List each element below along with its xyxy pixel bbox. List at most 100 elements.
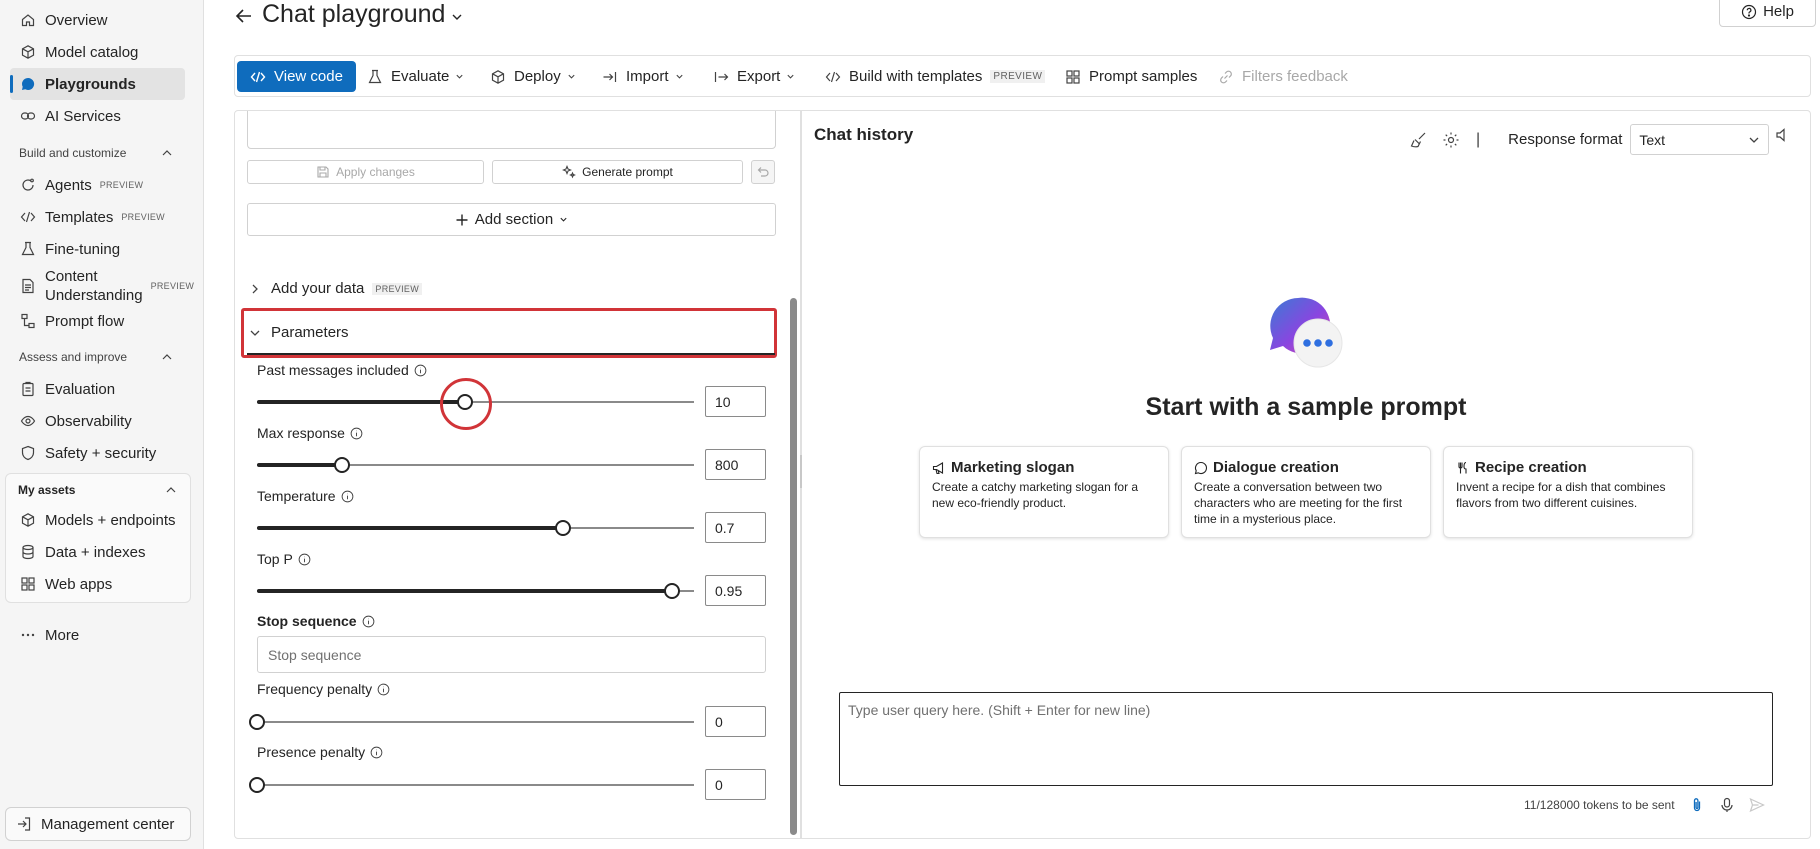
add-your-data-label: Add your data — [271, 280, 365, 297]
build-with-templates-button[interactable]: Build with templates PREVIEW — [825, 61, 1046, 92]
system-message-textarea[interactable] — [247, 111, 776, 149]
info-icon[interactable] — [362, 615, 375, 628]
link-icon — [20, 108, 36, 124]
nav-item-content-understanding[interactable]: Content Understanding PREVIEW — [10, 266, 194, 306]
add-your-data-header[interactable]: Add your data PREVIEW — [249, 280, 423, 297]
filters-feedback-button[interactable]: Filters feedback — [1218, 61, 1348, 92]
nav-item-safety-security[interactable]: Safety + security — [10, 437, 185, 469]
preview-badge: PREVIEW — [372, 282, 423, 295]
nav-item-models-endpoints[interactable]: Models + endpoints — [10, 504, 185, 536]
top-p-slider[interactable] — [257, 583, 694, 599]
page-title-text: Chat playground — [262, 0, 446, 28]
section-header-build[interactable]: Build and customize — [19, 146, 174, 160]
add-section-button[interactable]: Add section — [247, 203, 776, 236]
nav-item-templates[interactable]: Templates PREVIEW — [10, 201, 185, 233]
top-p-input[interactable]: 0.95 — [705, 575, 766, 606]
max-response-input[interactable]: 800 — [705, 449, 766, 480]
paperclip-icon[interactable] — [1689, 797, 1705, 813]
nav-label: Evaluation — [45, 380, 116, 398]
user-query-input[interactable]: Type user query here. (Shift + Enter for… — [839, 692, 1773, 786]
nav-item-observability[interactable]: Observability — [10, 405, 185, 437]
eye-icon — [20, 413, 36, 429]
max-response-slider[interactable] — [257, 457, 694, 473]
nav-item-more[interactable]: More — [10, 619, 185, 651]
slider-thumb[interactable] — [334, 457, 351, 473]
nav-item-playgrounds[interactable]: Playgrounds — [10, 68, 185, 100]
info-icon[interactable] — [298, 553, 311, 566]
info-icon[interactable] — [414, 364, 427, 377]
speaker-icon[interactable] — [1775, 127, 1791, 143]
nav-item-evaluation[interactable]: Evaluation — [10, 373, 185, 405]
parameters-header[interactable]: Parameters — [249, 324, 349, 341]
help-button[interactable]: Help — [1719, 0, 1816, 27]
nav-item-web-apps[interactable]: Web apps — [10, 568, 185, 600]
sample-card-recipe-creation[interactable]: Recipe creation Invent a recipe for a di… — [1443, 446, 1693, 538]
nav-item-ai-services[interactable]: AI Services — [10, 100, 185, 132]
microphone-icon[interactable] — [1719, 797, 1735, 813]
nav-label: AI Services — [45, 107, 121, 125]
presence-penalty-input[interactable]: 0 — [705, 769, 766, 800]
frequency-penalty-slider[interactable] — [249, 714, 694, 730]
chevron-down-icon — [568, 74, 575, 79]
sample-card-desc: Invent a recipe for a dish that combines… — [1456, 480, 1666, 510]
slider-thumb[interactable] — [554, 520, 571, 536]
nav-item-overview[interactable]: Overview — [10, 4, 185, 36]
nav-label: Safety + security — [45, 444, 157, 462]
flask-icon — [20, 241, 36, 257]
back-arrow-icon[interactable] — [233, 5, 255, 27]
apply-changes-button[interactable]: Apply changes — [247, 160, 484, 184]
utensils-icon — [1458, 461, 1467, 473]
nav-item-fine-tuning[interactable]: Fine-tuning — [10, 233, 185, 265]
generate-prompt-button[interactable]: Generate prompt — [492, 160, 743, 184]
management-center-button[interactable]: Management center — [5, 807, 191, 841]
nav-item-data-indexes[interactable]: Data + indexes — [10, 536, 185, 568]
sample-card-dialogue-creation[interactable]: Dialogue creation Create a conversation … — [1181, 446, 1431, 538]
response-format-select[interactable]: Text — [1630, 124, 1770, 155]
section-header-assess[interactable]: Assess and improve — [19, 350, 174, 364]
export-button[interactable]: Export — [713, 61, 795, 92]
home-icon — [20, 12, 36, 28]
gear-icon[interactable] — [1442, 131, 1460, 149]
filters-feedback-label: Filters feedback — [1242, 68, 1348, 85]
presence-penalty-label-text: Presence penalty — [257, 744, 366, 760]
nav-item-prompt-flow[interactable]: Prompt flow — [10, 305, 185, 337]
section-label: Build and customize — [19, 146, 127, 160]
temperature-input[interactable]: 0.7 — [705, 512, 766, 543]
reset-button[interactable] — [751, 160, 775, 184]
cube-icon — [491, 69, 505, 84]
slider-thumb[interactable] — [249, 714, 265, 730]
temperature-slider[interactable] — [257, 520, 694, 536]
info-icon[interactable] — [370, 746, 383, 759]
slider-fill — [257, 526, 563, 530]
nav-label: Model catalog — [45, 43, 139, 61]
sample-card-marketing-slogan[interactable]: Marketing slogan Create a catchy marketi… — [919, 446, 1169, 538]
page-title[interactable]: Chat playground — [262, 0, 463, 29]
info-icon[interactable] — [350, 427, 363, 440]
view-code-button[interactable]: View code — [237, 61, 356, 92]
info-icon[interactable] — [341, 490, 354, 503]
preview-badge: PREVIEW — [990, 70, 1046, 83]
slider-thumb[interactable] — [664, 583, 681, 599]
presence-penalty-slider[interactable] — [249, 777, 694, 793]
sample-card-title: Dialogue creation — [1213, 459, 1339, 476]
send-icon[interactable] — [1749, 797, 1765, 813]
evaluate-button[interactable]: Evaluate — [367, 61, 464, 92]
setup-panel-scrollbar[interactable] — [790, 298, 797, 835]
grid-icon — [20, 576, 36, 592]
agent-icon — [20, 177, 36, 193]
prompt-samples-button[interactable]: Prompt samples — [1065, 61, 1197, 92]
nav-item-agents[interactable]: Agents PREVIEW — [10, 169, 185, 201]
slider-thumb[interactable] — [249, 777, 265, 793]
evaluate-label: Evaluate — [391, 68, 450, 85]
deploy-button[interactable]: Deploy — [490, 61, 576, 92]
broom-clear-icon[interactable] — [1410, 131, 1428, 149]
more-horizontal-icon — [20, 627, 36, 643]
import-button[interactable]: Import — [602, 61, 684, 92]
info-icon[interactable] — [377, 683, 390, 696]
nav-item-model-catalog[interactable]: Model catalog — [10, 36, 185, 68]
stop-sequence-input[interactable] — [257, 636, 766, 673]
frequency-penalty-input[interactable]: 0 — [705, 706, 766, 737]
past-messages-input[interactable]: 10 — [705, 386, 766, 417]
token-info-row: 11/128000 tokens to be sent — [1524, 797, 1765, 813]
section-header-assets[interactable]: My assets — [18, 483, 178, 497]
